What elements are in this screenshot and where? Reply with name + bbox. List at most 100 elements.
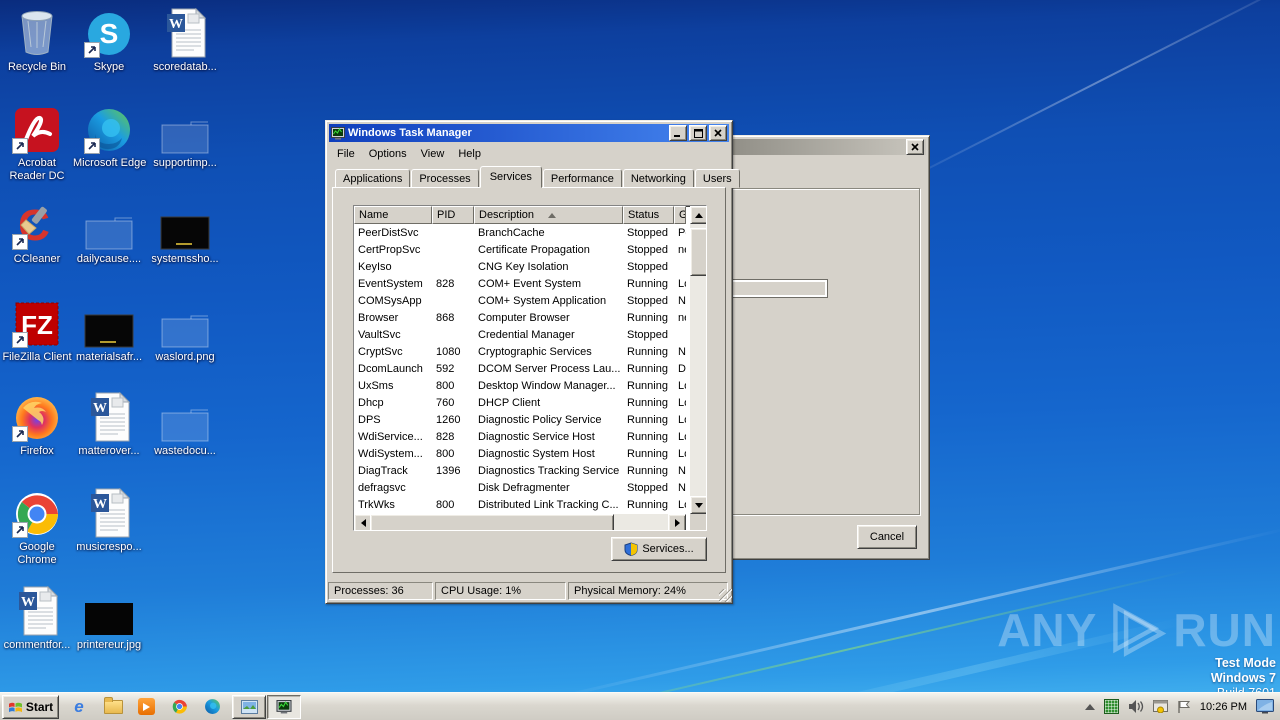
desktop-icon-materialsafr[interactable]: materialsafr... (73, 296, 145, 364)
shortcut-arrow-icon (84, 138, 100, 154)
network-activity-icon[interactable] (1103, 699, 1119, 714)
cell-name: KeyIso (358, 260, 392, 273)
desktop-icon-musicrespo[interactable]: W musicrespo... (73, 486, 145, 554)
tab-performance[interactable]: Performance (542, 169, 622, 188)
table-row-dps[interactable]: DPS 1260 Diagnostic Policy Service Running L… (354, 411, 686, 428)
svg-text:S: S (100, 18, 119, 49)
table-row-certpropsvc[interactable]: CertPropSvc Certificate Propagation Stoppe… (354, 241, 686, 258)
desktop-icon-filezilla-client[interactable]: FZ FileZilla Client (1, 296, 73, 364)
icon-glyph (10, 486, 64, 538)
menu-file[interactable]: File (330, 146, 362, 162)
desktop-icon-label: Google Chrome (17, 541, 57, 566)
tab-users[interactable]: Users (694, 169, 740, 188)
menu-view[interactable]: View (414, 146, 452, 162)
cell-status: Stopped (627, 243, 668, 256)
desktop-icon-microsoft-edge[interactable]: Microsoft Edge (73, 102, 146, 170)
scroll-right-button[interactable] (668, 514, 686, 530)
dialog-close-button[interactable] (906, 139, 924, 155)
menu-help[interactable]: Help (451, 146, 488, 162)
taskbar-window-photo-viewer[interactable] (232, 695, 266, 719)
table-row-browser[interactable]: Browser 868 Computer Browser Running ne (354, 309, 686, 326)
clock[interactable]: 10:26 PM (1200, 701, 1247, 713)
cell-group: N/ (678, 481, 686, 494)
cancel-button[interactable]: Cancel (857, 525, 917, 549)
desktop-icon-systemssho[interactable]: systemssho... (149, 198, 221, 266)
close-button[interactable] (709, 125, 727, 141)
task-manager-icon (276, 700, 292, 714)
desktop-icon-acrobat-reader-dc[interactable]: Acrobat Reader DC (1, 102, 73, 183)
minimize-button[interactable] (669, 125, 687, 141)
desktop-icon-waslord-png[interactable]: waslord.png (149, 296, 221, 364)
desktop-icon-ccleaner[interactable]: C CCleaner (1, 198, 73, 266)
column-header-gr[interactable]: Gr (674, 206, 686, 224)
table-row-defragsvc[interactable]: defragsvc Disk Defragmenter Stopped N/ (354, 479, 686, 496)
tab-processes[interactable]: Processes (411, 169, 479, 188)
cell-name: defragsvc (358, 481, 406, 494)
services-button[interactable]: Services... (611, 537, 707, 561)
tab-services[interactable]: Services (479, 166, 542, 188)
explorer-quicklaunch[interactable] (100, 696, 126, 717)
scrollbar-thumb[interactable] (370, 514, 614, 530)
tray-chevron-icon[interactable] (1084, 703, 1095, 710)
table-row-wdiservice[interactable]: WdiService... 828 Diagnostic Service Host R… (354, 428, 686, 445)
scrollbar-thumb[interactable] (690, 228, 706, 276)
desktop-icon-wastedocu[interactable]: wastedocu... (149, 390, 221, 458)
table-row-peerdistsvc[interactable]: PeerDistSvc BranchCache Stopped Pe (354, 224, 686, 241)
flag-icon[interactable] (1177, 700, 1191, 714)
media-player-quicklaunch[interactable] (133, 696, 159, 717)
desktop-icon-supportimp[interactable]: supportimp... (149, 102, 221, 170)
table-row-cryptsvc[interactable]: CryptSvc 1080 Cryptographic Services Runnin… (354, 343, 686, 360)
column-header-description[interactable]: Description (474, 206, 623, 224)
desktop-icon-commentfor[interactable]: W commentfor... (1, 584, 73, 652)
task-manager-window: Windows Task Manager File Options View Help… (325, 120, 740, 604)
tab-networking[interactable]: Networking (622, 169, 694, 188)
cell-status: Running (627, 379, 668, 392)
desktop-icon-scoredatab[interactable]: W scoredatab... (149, 6, 221, 74)
desktop-icon-printereur-jpg[interactable]: printereur.jpg (73, 584, 145, 652)
table-row-trkwks[interactable]: TrkWks 800 Distributed Link Tracking C... R… (354, 496, 686, 513)
display-icon[interactable] (1256, 699, 1274, 714)
cell-status: Running (627, 498, 668, 511)
cell-name: DcomLaunch (358, 362, 423, 375)
tab-applications[interactable]: Applications (335, 169, 411, 188)
start-button[interactable]: Start (2, 695, 59, 719)
word-doc-icon: W (82, 390, 136, 442)
desktop-icon-label: Recycle Bin (7, 61, 67, 73)
volume-icon[interactable] (1128, 700, 1144, 713)
dialog-text-field[interactable] (727, 279, 828, 298)
column-header-name[interactable]: Name (354, 206, 432, 224)
ie-quicklaunch[interactable]: e (66, 696, 92, 717)
scroll-down-button[interactable] (690, 496, 706, 514)
chrome-quicklaunch[interactable] (166, 696, 192, 717)
table-row-comsysapp[interactable]: COMSysApp COM+ System Application Stopped N… (354, 292, 686, 309)
table-row-wdisystem[interactable]: WdiSystem... 800 Diagnostic System Host Run… (354, 445, 686, 462)
media-player-icon (137, 698, 155, 715)
table-row-dcomlaunch[interactable]: DcomLaunch 592 DCOM Server Process Lau... R… (354, 360, 686, 377)
table-row-dhcp[interactable]: Dhcp 760 DHCP Client Running Lo (354, 394, 686, 411)
maximize-button[interactable] (689, 125, 707, 141)
column-header-status[interactable]: Status (623, 206, 674, 224)
action-center-icon[interactable] (1152, 700, 1168, 713)
scroll-up-button[interactable] (690, 206, 706, 224)
edge-quicklaunch[interactable] (199, 696, 225, 717)
desktop-icon-dailycause[interactable]: dailycause.... (73, 198, 145, 266)
menu-options[interactable]: Options (362, 146, 414, 162)
desktop-icon-recycle-bin[interactable]: Recycle Bin (1, 6, 73, 74)
desktop-icon-skype[interactable]: S Skype (73, 6, 145, 74)
maximize-icon (693, 128, 703, 138)
table-row-diagtrack[interactable]: DiagTrack 1396 Diagnostics Tracking Servic… (354, 462, 686, 479)
icon-glyph (10, 102, 64, 154)
desktop-icon-firefox[interactable]: Firefox (1, 390, 73, 458)
horizontal-scrollbar[interactable] (354, 514, 686, 530)
task-manager-titlebar[interactable]: Windows Task Manager (329, 124, 729, 142)
taskbar-window-task-manager[interactable] (267, 695, 301, 719)
table-row-keyiso[interactable]: KeyIso CNG Key Isolation Stopped (354, 258, 686, 275)
desktop-icon-google-chrome[interactable]: Google Chrome (1, 486, 73, 567)
table-row-eventsystem[interactable]: EventSystem 828 COM+ Event System Running Lo (354, 275, 686, 292)
desktop-icon-matterover[interactable]: W matterover... (73, 390, 145, 458)
table-row-uxsms[interactable]: UxSms 800 Desktop Window Manager... Running… (354, 377, 686, 394)
table-row-vaultsvc[interactable]: VaultSvc Credential Manager Stopped (354, 326, 686, 343)
vertical-scrollbar[interactable] (690, 206, 706, 514)
resize-grip[interactable] (719, 589, 732, 602)
column-header-pid[interactable]: PID (432, 206, 474, 224)
